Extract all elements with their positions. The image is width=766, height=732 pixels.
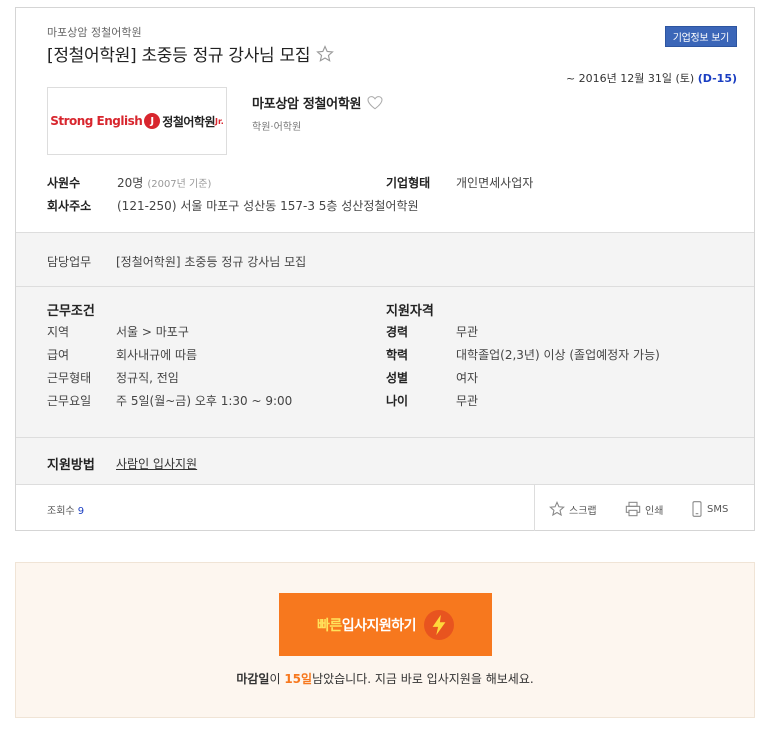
condition-value-region: 서울 > 마포구 [116, 325, 189, 339]
condition-value-salary: 회사내규에 따름 [116, 348, 198, 362]
apply-method-link[interactable]: 사람인 입사지원 [116, 455, 197, 472]
msg-mid: 이 [269, 672, 285, 686]
qual-label-gender: 성별 [386, 371, 409, 385]
scrap-label: 스크랩 [569, 505, 597, 517]
print-label: 인쇄 [645, 505, 664, 517]
sms-button[interactable]: SMS [691, 501, 728, 517]
condition-label-region: 지역 [47, 325, 70, 339]
qual-label-age: 나이 [386, 394, 409, 408]
condition-label-days: 근무요일 [47, 394, 92, 408]
address-label: 회사주소 [47, 199, 92, 213]
msg-deadline-word: 마감일 [236, 672, 270, 686]
details-section: 담당업무 [정철어학원] 초중등 정규 강사님 모집 근무조건 지역 서울 > … [16, 232, 754, 485]
duty-label: 담당업무 [47, 255, 92, 269]
tool-bar: 스크랩 인쇄 SMS [534, 485, 754, 531]
qual-value-age: 무관 [456, 394, 479, 408]
msg-days: 15일 [284, 672, 313, 686]
qual-value-gender: 여자 [456, 371, 479, 385]
qual-label-career: 경력 [386, 325, 409, 339]
views-count: 9 [77, 506, 85, 517]
qual-label-education: 학력 [386, 348, 409, 362]
address-row: 회사주소 (121-250) 서울 마포구 성산동 157-3 5층 성산정철어… [47, 197, 419, 214]
company-name-small[interactable]: 마포상암 정철어학원 [47, 24, 142, 40]
view-count: 조회수 9 [47, 502, 84, 517]
qualifications-title: 지원자격 [386, 304, 434, 319]
apply-method-label: 지원방법 [47, 458, 95, 473]
employees-note: (2007년 기준) [147, 179, 212, 190]
quick-apply-highlight: 빠른 [316, 617, 342, 634]
company-logo[interactable]: Strong English J 정철어학원 Jr. [47, 87, 227, 155]
company-category: 학원·어학원 [252, 122, 302, 133]
printer-icon [625, 501, 641, 517]
heart-icon[interactable] [367, 95, 383, 110]
duty-value: [정철어학원] 초중등 정규 강사님 모집 [116, 255, 307, 269]
divider [16, 437, 754, 438]
divider [16, 286, 754, 287]
employees-value: 20명 [117, 176, 144, 190]
deadline: ~ 2016년 12월 31일 (토) (D-15) [566, 70, 737, 86]
logo-brand-en: Strong English [50, 114, 143, 128]
company-info-button[interactable]: 기업정보 보기 [664, 26, 737, 47]
phone-icon [692, 501, 702, 517]
lightning-icon [424, 609, 455, 640]
quick-apply-box: 빠른입사지원하기 마감일이 15일남았습니다. 지금 바로 입사지원을 해보세요… [15, 562, 755, 718]
star-icon [549, 501, 565, 517]
company-name[interactable]: 마포상암 정철어학원 [252, 93, 361, 112]
logo-brand-kr: 정철어학원 [162, 114, 215, 129]
dday-badge: (D-15) [697, 72, 737, 85]
employees-label: 사원수 [47, 176, 81, 190]
job-posting-card: 마포상암 정철어학원 [정철어학원] 초중등 정규 강사님 모집 기업정보 보기… [15, 7, 755, 531]
conditions-title: 근무조건 [47, 304, 95, 319]
quick-apply-button[interactable]: 빠른입사지원하기 [279, 593, 492, 656]
address-value: (121-250) 서울 마포구 성산동 157-3 5층 성산정철어학원 [117, 199, 419, 213]
views-label: 조회수 [47, 506, 75, 517]
print-button[interactable]: 인쇄 [625, 501, 663, 517]
title-row: [정철어학원] 초중등 정규 강사님 모집 [47, 41, 335, 66]
scrap-button[interactable]: 스크랩 [549, 501, 597, 517]
logo-inner: Strong English J 정철어학원 Jr. [50, 113, 224, 130]
employees-row: 사원수 20명 (2007년 기준) [47, 174, 211, 191]
posting-title: [정철어학원] 초중등 정규 강사님 모집 [47, 46, 311, 66]
condition-value-type: 정규직, 전임 [116, 371, 179, 385]
msg-rest: 남았습니다. 지금 바로 입사지원을 해보세요. [312, 672, 534, 686]
quick-apply-text: 입사지원하기 [341, 617, 417, 634]
logo-mark-icon: J [144, 113, 161, 129]
condition-label-salary: 급여 [47, 348, 70, 362]
company-type-row: 기업형태 개인면세사업자 [386, 174, 533, 191]
company-type-label: 기업형태 [386, 176, 431, 190]
qual-value-education: 대학졸업(2,3년) 이상 (졸업예정자 가능) [456, 348, 660, 362]
deadline-date: ~ 2016년 12월 31일 (토) [565, 72, 695, 85]
quick-apply-label: 빠른입사지원하기 [316, 615, 417, 635]
sms-label: SMS [707, 503, 729, 515]
deadline-message: 마감일이 15일남았습니다. 지금 바로 입사지원을 해보세요. [16, 670, 754, 687]
condition-label-type: 근무형태 [47, 371, 92, 385]
logo-brand-jr: Jr. [214, 116, 224, 126]
company-name-row: 마포상암 정철어학원 [252, 93, 383, 112]
star-icon[interactable] [316, 44, 335, 63]
condition-value-days: 주 5일(월~금) 오후 1:30 ~ 9:00 [116, 394, 293, 408]
company-type-value: 개인면세사업자 [456, 176, 534, 190]
qual-value-career: 무관 [456, 325, 479, 339]
